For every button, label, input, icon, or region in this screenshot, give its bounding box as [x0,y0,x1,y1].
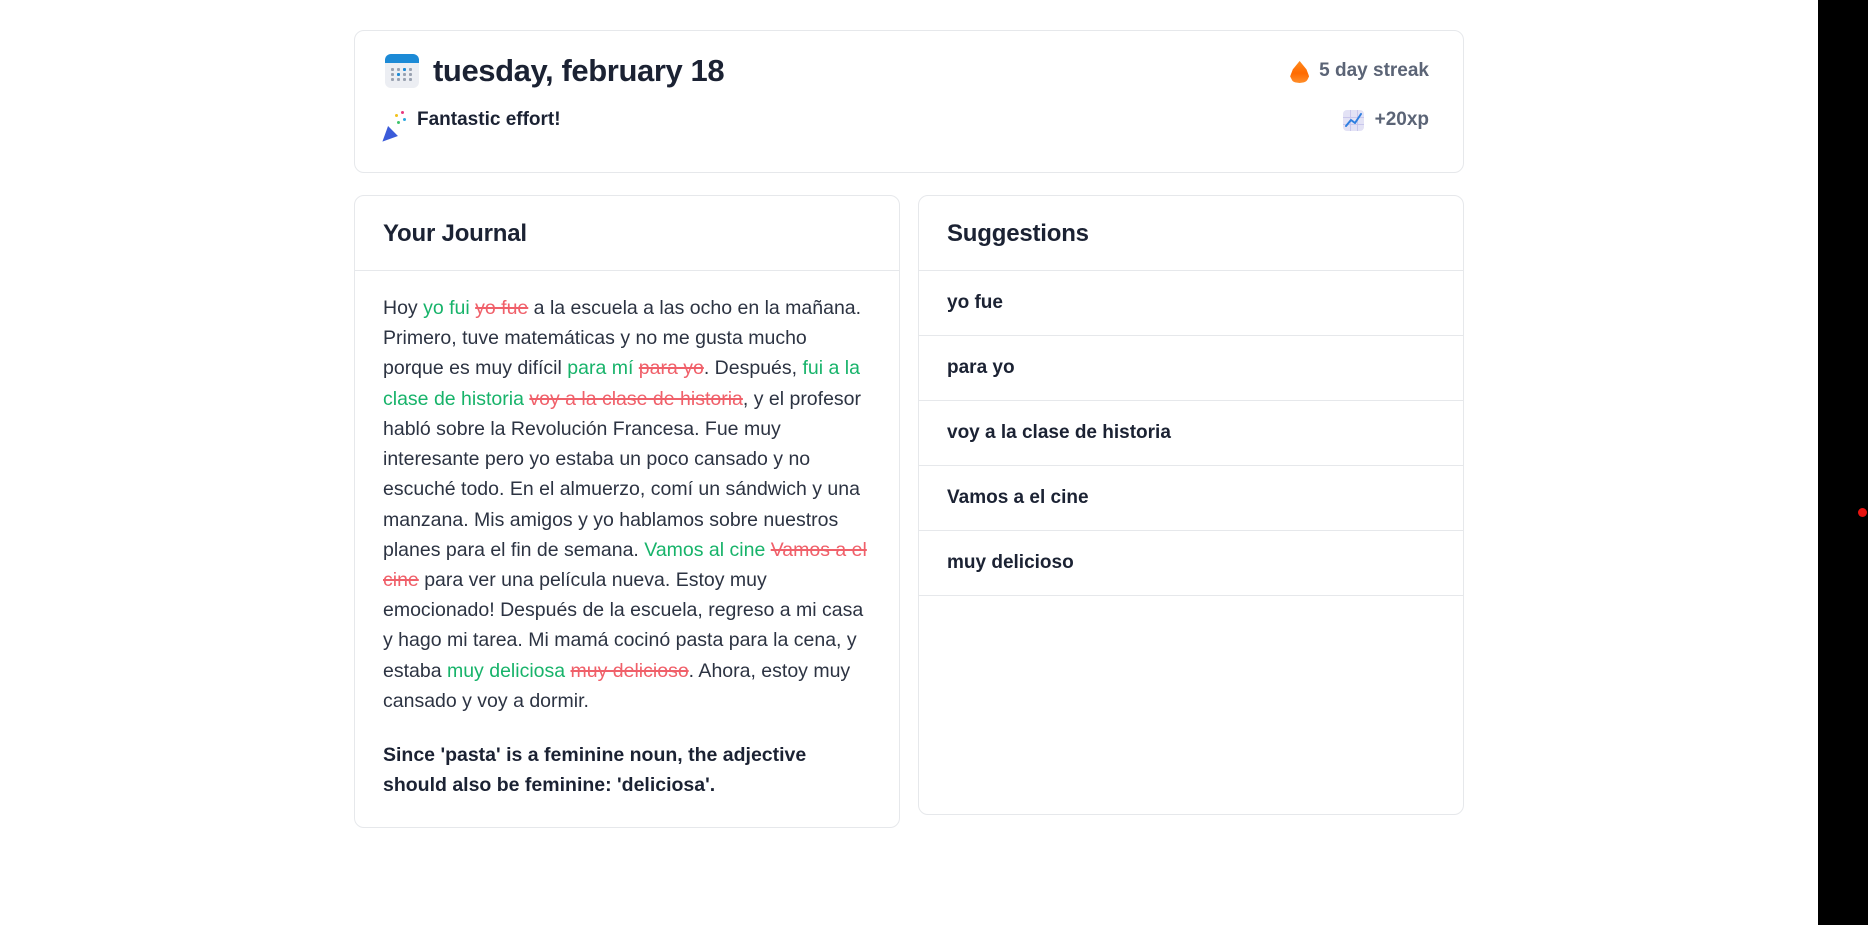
journal-error: muy delicioso [570,659,689,682]
xp-badge: +20xp [1342,109,1433,131]
party-popper-icon [377,110,406,147]
journal-title: Your Journal [383,220,527,247]
journal-correction: para mí [567,357,634,380]
journal-correction: Vamos al cine [644,538,766,561]
header-top-row: tuesday, february 18 5 day streak [385,53,1433,89]
effort-message: Fantastic effort! [377,109,561,147]
suggestion-item[interactable]: para yo [919,336,1463,401]
journal-error: yo fue [475,297,529,319]
suggestions-title: Suggestions [947,220,1089,247]
suggestion-item[interactable]: yo fue [919,271,1463,336]
right-gutter-panel [1818,0,1868,925]
journal-error: voy a la clase de historia [529,387,743,410]
chart-increasing-icon [1342,109,1364,131]
journal-body: Hoy yo fui yo fue a la escuela a las och… [355,271,899,827]
daily-summary-card: tuesday, february 18 5 day streak Fantas… [354,30,1464,173]
calendar-icon [385,54,419,88]
streak-badge: 5 day streak [1290,59,1433,83]
page-title: tuesday, february 18 [433,53,725,88]
suggestion-item[interactable]: muy delicioso [919,531,1463,596]
main-columns: Your Journal Hoy yo fui yo fue a la escu… [354,195,1464,828]
suggestions-list: yo fue para yo voy a la clase de historia V… [919,271,1463,596]
notification-dot-icon[interactable] [1858,508,1867,517]
effort-label: Fantastic effort! [417,109,561,130]
streak-label: 5 day streak [1319,60,1429,81]
suggestions-card: Suggestions yo fue para yo voy a la clase … [918,195,1464,815]
journal-correction: yo fui [423,297,470,319]
journal-plain-text: Hoy [383,297,424,319]
content-column: tuesday, february 18 5 day streak Fantas… [354,0,1464,828]
app-page: tuesday, february 18 5 day streak Fantas… [0,0,1818,925]
suggestion-item[interactable]: voy a la clase de historia [919,401,1463,466]
xp-label: +20xp [1374,109,1429,130]
flame-icon [1290,59,1309,83]
suggestion-item[interactable]: Vamos a el cine [919,466,1463,531]
journal-card-header: Your Journal [355,196,899,271]
suggestions-card-header: Suggestions [919,196,1463,271]
journal-plain-text: , y el profesor habló sobre la Revolució… [383,387,862,561]
journal-text: Hoy yo fui yo fue a la escuela a las och… [383,293,871,716]
journal-card: Your Journal Hoy yo fui yo fue a la escu… [354,195,900,828]
journal-plain-text: . Después, [703,357,803,380]
suggestions-empty-space [919,596,1463,814]
header-bottom-row: Fantastic effort! +20xp [377,109,1433,147]
date-group: tuesday, february 18 [385,53,725,89]
journal-correction: muy deliciosa [446,659,566,682]
journal-note: Since 'pasta' is a feminine noun, the ad… [383,744,807,797]
journal-error: para yo [638,357,704,380]
